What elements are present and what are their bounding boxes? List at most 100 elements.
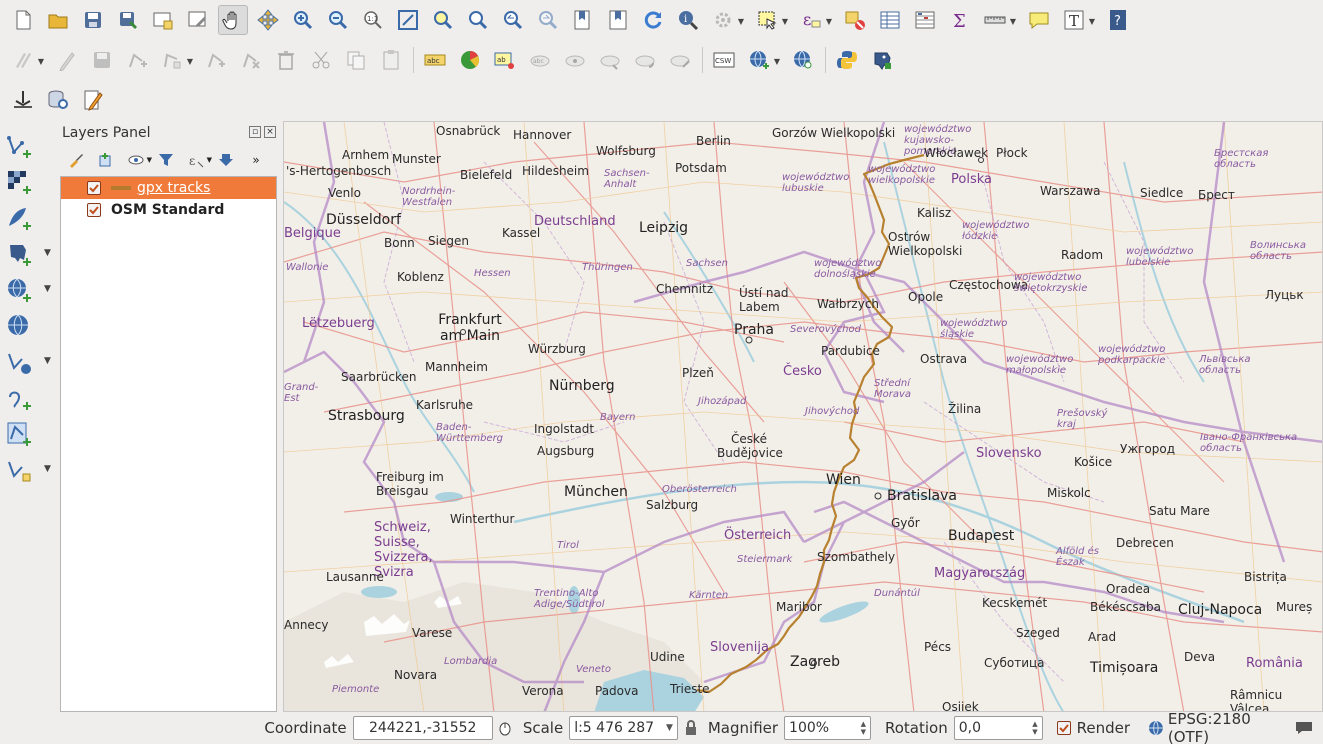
deselect-button[interactable] (840, 5, 870, 35)
field-calculator-button[interactable] (910, 5, 940, 35)
expand-all-button[interactable] (214, 150, 238, 170)
toggle-editing-button[interactable] (52, 45, 82, 75)
add-group-button[interactable] (94, 150, 118, 170)
filter-expression-button[interactable]: ε ▼ (184, 150, 212, 170)
save-as-button[interactable] (113, 5, 143, 35)
show-hide-labels-button[interactable] (560, 45, 590, 75)
add-delimited-text-button[interactable] (0, 200, 56, 236)
lock-scale-button[interactable] (684, 720, 698, 736)
add-gpx-layer-button[interactable]: ▼ (0, 452, 56, 488)
map-canvas[interactable]: Osnabrück Hannover Berlin Gorzów Wielkop… (283, 121, 1323, 712)
add-wcs-layer-button[interactable] (0, 308, 56, 344)
text-annotation-button[interactable]: T ▼ (1059, 5, 1095, 35)
add-vector-layer-button[interactable] (0, 128, 56, 164)
coordinate-field[interactable]: 244221,-31552 (352, 716, 493, 740)
statistics-button[interactable]: Σ (945, 5, 975, 35)
metasearch-button[interactable]: ▼ (744, 45, 780, 75)
render-toggle[interactable]: Render (1056, 719, 1130, 737)
main-toolbar: 1:1 i ▼ ▼ ε ▼ Σ ▼ T ▼ ? (0, 2, 1138, 38)
filter-legend-button[interactable] (154, 150, 178, 170)
layer-visibility-checkbox[interactable] (87, 203, 101, 217)
zoom-last-button[interactable] (498, 5, 528, 35)
save-project-button[interactable] (78, 5, 108, 35)
show-bookmarks-button[interactable] (603, 5, 633, 35)
map-label: Potsdam (675, 161, 727, 175)
layer-item-gpx-tracks[interactable]: gpx tracks (61, 177, 276, 199)
more-tools-button[interactable]: » (244, 150, 268, 170)
move-label-button[interactable] (595, 45, 625, 75)
pin-labels-button[interactable]: abc (525, 45, 555, 75)
zoom-native-button[interactable]: 1:1 (358, 5, 388, 35)
zoom-in-button[interactable] (288, 5, 318, 35)
toggle-extents-button[interactable] (497, 720, 513, 736)
add-mesh-layer-button[interactable] (0, 380, 56, 416)
delete-selected-button[interactable] (271, 45, 301, 75)
edit-notes-button[interactable] (78, 85, 108, 115)
layout-manager-button[interactable] (183, 5, 213, 35)
select-features-button[interactable]: ▼ (752, 5, 788, 35)
highlight-labels-button[interactable]: ab (490, 45, 520, 75)
identify-button[interactable]: i (673, 5, 703, 35)
measure-line-button[interactable]: ▼ (980, 5, 1016, 35)
magnifier-spinbox[interactable]: 100% ▲ ▼ (784, 716, 871, 740)
pan-map-button[interactable] (218, 5, 248, 35)
render-checkbox[interactable] (1056, 721, 1071, 735)
help-button[interactable]: ? (1103, 5, 1133, 35)
current-edits-button[interactable]: ▼ (8, 45, 44, 75)
save-edits-button[interactable] (87, 45, 117, 75)
messages-button[interactable] (1295, 720, 1313, 736)
rotation-spinbox[interactable]: 0,0 ▲ ▼ (953, 716, 1043, 740)
scale-combobox[interactable]: l:5 476 287 ▼ (569, 716, 678, 740)
map-label: Wolfsburg (596, 144, 656, 158)
attribute-table-button[interactable] (875, 5, 905, 35)
new-bookmark-button[interactable] (568, 5, 598, 35)
gps-tools-button[interactable] (8, 85, 38, 115)
pan-to-selection-button[interactable] (253, 5, 283, 35)
dropdown-arrow-icon: ▼ (186, 57, 193, 66)
float-panel-button[interactable]: ▫ (249, 126, 261, 138)
csw-button[interactable]: CSW (709, 45, 739, 75)
map-tips-button[interactable] (1024, 5, 1054, 35)
zoom-full-button[interactable] (393, 5, 423, 35)
delete-part-button[interactable] (236, 45, 266, 75)
delete-part-icon (243, 53, 260, 69)
zoom-out-button[interactable] (323, 5, 353, 35)
add-wfs-layer-button[interactable]: ▼ (0, 344, 56, 380)
change-label-button[interactable] (665, 45, 695, 75)
pie-diagram-button[interactable] (455, 45, 485, 75)
manage-visibility-button[interactable]: ▼ (124, 150, 152, 170)
rotate-label-button[interactable] (630, 45, 660, 75)
python-console-button[interactable] (832, 45, 862, 75)
new-project-button[interactable] (8, 5, 38, 35)
add-feature-button[interactable] (122, 45, 152, 75)
expression-select-button[interactable]: ε ▼ (796, 5, 832, 35)
close-panel-button[interactable]: × (264, 126, 276, 138)
layer-visibility-checkbox[interactable] (87, 181, 101, 195)
layer-styling-button[interactable] (64, 150, 88, 170)
add-ring-button[interactable] (201, 45, 231, 75)
add-virtual-layer-button[interactable] (0, 416, 56, 452)
zoom-next-button[interactable] (533, 5, 563, 35)
label-tool-button[interactable]: abc (420, 45, 450, 75)
measure-area-button[interactable]: ▼ (708, 5, 744, 35)
zoom-to-selection-button[interactable] (428, 5, 458, 35)
layer-item-osm-standard[interactable]: OSM Standard (61, 199, 276, 221)
cut-features-button[interactable] (306, 45, 336, 75)
vertex-tool-button[interactable]: ▼ (157, 45, 193, 75)
paste-features-button[interactable] (376, 45, 406, 75)
copy-features-button[interactable] (341, 45, 371, 75)
db-query-button[interactable] (43, 85, 73, 115)
layers-panel: Layers Panel ▫ × ▼ ε ▼ » gpx tracks OSM S… (60, 120, 278, 712)
add-raster-layer-button[interactable] (0, 164, 56, 200)
map-label: Ostrava (920, 352, 968, 366)
db-manager-button[interactable] (867, 45, 897, 75)
refresh-button[interactable] (638, 5, 668, 35)
map-label: Praha (734, 322, 774, 338)
open-project-button[interactable] (43, 5, 73, 35)
add-postgis-layer-button[interactable]: ▼ (0, 236, 56, 272)
zoom-to-layer-button[interactable] (463, 5, 493, 35)
wms-search-button[interactable] (788, 45, 818, 75)
add-wms-layer-button[interactable]: ▼ (0, 272, 56, 308)
crs-button[interactable]: EPSG:2180 (OTF) (1148, 710, 1295, 744)
new-print-layout-button[interactable] (148, 5, 178, 35)
